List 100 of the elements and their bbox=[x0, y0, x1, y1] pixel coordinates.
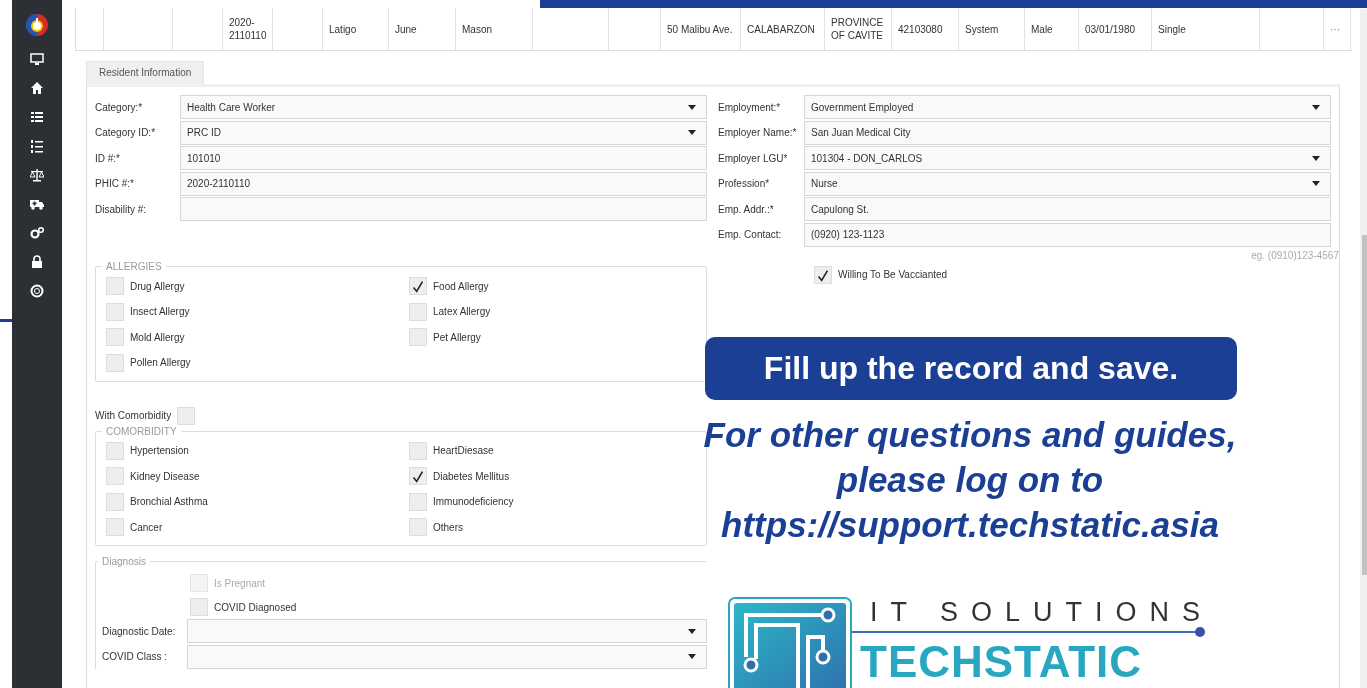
dropdown[interactable]: PRC ID bbox=[180, 120, 707, 145]
checkbox-label: HeartDiesase bbox=[433, 445, 494, 456]
support-text: please log on to bbox=[836, 459, 1104, 501]
checkbox[interactable] bbox=[409, 492, 427, 511]
dropdown[interactable] bbox=[187, 619, 707, 643]
table-cell: 2020-2110110 bbox=[229, 16, 268, 42]
dropdown[interactable]: 101304 - DON_CARLOS bbox=[804, 146, 1331, 170]
field-label: Diagnostic Date: bbox=[102, 625, 177, 637]
table-cell: 42103080 bbox=[898, 22, 943, 36]
checkbox[interactable] bbox=[177, 406, 196, 425]
checkbox-label: Hypertension bbox=[130, 445, 189, 456]
gears-icon[interactable] bbox=[30, 226, 44, 240]
checkbox-label: Willing To Be Vaccianted bbox=[838, 269, 948, 280]
table-cell: 50 Malibu Ave. bbox=[667, 22, 733, 36]
field-label: Emp. Contact: bbox=[718, 229, 783, 240]
table-cell: Latigo bbox=[329, 22, 357, 36]
caret-icon bbox=[688, 654, 696, 659]
checkbox-label: Others bbox=[433, 521, 463, 533]
support-text: https://support.techstatic.asia bbox=[721, 504, 1219, 546]
input-field[interactable]: (0920) 123-1123 bbox=[804, 222, 1331, 247]
checkbox[interactable] bbox=[106, 277, 124, 295]
dropdown[interactable]: Nurse bbox=[804, 171, 1331, 196]
table-cell: Mason bbox=[462, 22, 492, 36]
checkbox[interactable] bbox=[409, 467, 427, 485]
dropdown[interactable] bbox=[187, 644, 707, 669]
home-icon[interactable] bbox=[30, 81, 44, 95]
logo-tagline: IT SOLUTIONS bbox=[870, 597, 1214, 627]
checkbox[interactable] bbox=[106, 302, 124, 321]
checkbox-label: Is Pregnant bbox=[214, 577, 266, 589]
checkbox[interactable] bbox=[409, 518, 427, 536]
checkbox[interactable] bbox=[106, 328, 124, 346]
caret-icon bbox=[688, 130, 696, 135]
checkbox[interactable] bbox=[106, 353, 124, 372]
checkbox-label: Latex Allergy bbox=[433, 306, 491, 317]
field-label: Profession* bbox=[718, 178, 771, 189]
caret-icon bbox=[1312, 104, 1320, 110]
caret-icon bbox=[688, 628, 696, 634]
app-logo-icon[interactable] bbox=[25, 13, 49, 37]
dropdown[interactable]: Health Care Worker bbox=[180, 95, 707, 119]
section-legend: COMORBIDITY bbox=[102, 425, 181, 437]
caret-icon bbox=[688, 104, 696, 110]
checkbox[interactable] bbox=[190, 598, 208, 616]
table-cell: Male bbox=[1031, 22, 1053, 36]
logo-wordmark: TECHSTATIC bbox=[860, 637, 1144, 687]
table-cell: June bbox=[395, 22, 417, 36]
dropdown[interactable]: Government Employed bbox=[804, 95, 1331, 119]
checkbox-label: Pet Allergy bbox=[433, 331, 481, 343]
monitor-icon[interactable] bbox=[30, 52, 44, 66]
checkbox-label: Insect Allergy bbox=[130, 306, 190, 317]
checkbox-label: Bronchial Asthma bbox=[130, 496, 208, 507]
field-label: Category ID:* bbox=[95, 127, 157, 138]
table-cell: System bbox=[965, 22, 999, 36]
table-cell: 03/01/1980 bbox=[1085, 22, 1136, 36]
support-text: For other questions and guides, bbox=[703, 414, 1237, 456]
ambulance-icon[interactable] bbox=[30, 197, 44, 211]
field-label: ID #:* bbox=[95, 152, 121, 164]
row-menu-button[interactable]: ··· bbox=[1330, 22, 1340, 36]
checkbox[interactable] bbox=[814, 265, 832, 284]
field-label: Employment:* bbox=[718, 101, 782, 113]
tab[interactable]: Resident Information bbox=[86, 61, 205, 84]
input-field[interactable]: 101010 bbox=[180, 146, 707, 170]
checkbox-label: With Comorbidity bbox=[95, 410, 172, 421]
lock-icon[interactable] bbox=[30, 255, 44, 269]
checkbox[interactable] bbox=[409, 277, 427, 295]
checkbox[interactable] bbox=[106, 518, 124, 536]
field-label: Disability #: bbox=[95, 203, 148, 215]
scrollbar[interactable] bbox=[1360, 9, 1367, 688]
caret-icon bbox=[1312, 181, 1320, 186]
checkbox-label: COVID Diagnosed bbox=[214, 601, 297, 613]
input-field[interactable] bbox=[180, 197, 707, 221]
input-field[interactable]: 2020-2110110 bbox=[180, 171, 707, 196]
checkbox-label: Cancer bbox=[130, 521, 163, 533]
section-legend: Diagnosis bbox=[98, 556, 150, 567]
field-label: Employer LGU* bbox=[718, 152, 789, 164]
checkbox[interactable] bbox=[409, 328, 427, 346]
scrollbar-thumb[interactable] bbox=[1362, 235, 1367, 575]
numbered-list-icon[interactable] bbox=[30, 139, 44, 153]
checkbox-label: Immunodeficiency bbox=[433, 496, 514, 507]
list-icon[interactable] bbox=[30, 110, 44, 124]
checkbox[interactable] bbox=[106, 467, 124, 485]
section-legend: ALLERGIES bbox=[102, 261, 166, 272]
checkbox-label: Kidney Disease bbox=[130, 470, 200, 482]
lifebuoy-icon[interactable] bbox=[30, 284, 44, 298]
checkbox-label: Mold Allergy bbox=[130, 331, 185, 343]
checkbox[interactable] bbox=[106, 492, 124, 511]
checkbox-label: Diabetes Mellitus bbox=[433, 470, 510, 482]
field-label: Category:* bbox=[95, 101, 144, 113]
checkbox[interactable] bbox=[106, 441, 124, 460]
input-field[interactable]: Capulong St. bbox=[804, 197, 1331, 221]
checkbox[interactable] bbox=[409, 302, 427, 321]
checkbox-label: Drug Allergy bbox=[130, 280, 185, 292]
caret-icon bbox=[1312, 155, 1320, 161]
checkbox-label: Food Allergy bbox=[433, 280, 489, 292]
balance-scale-icon[interactable] bbox=[30, 168, 44, 182]
input-field[interactable]: San Juan Medical City bbox=[804, 120, 1331, 145]
callout-banner: Fill up the record and save. bbox=[705, 337, 1237, 400]
checkbox[interactable] bbox=[409, 441, 427, 460]
logo-dot bbox=[1195, 627, 1205, 637]
checkbox-label: Pollen Allergy bbox=[130, 357, 191, 368]
hint-text: eg. (0910)123-4567 bbox=[1250, 249, 1339, 261]
